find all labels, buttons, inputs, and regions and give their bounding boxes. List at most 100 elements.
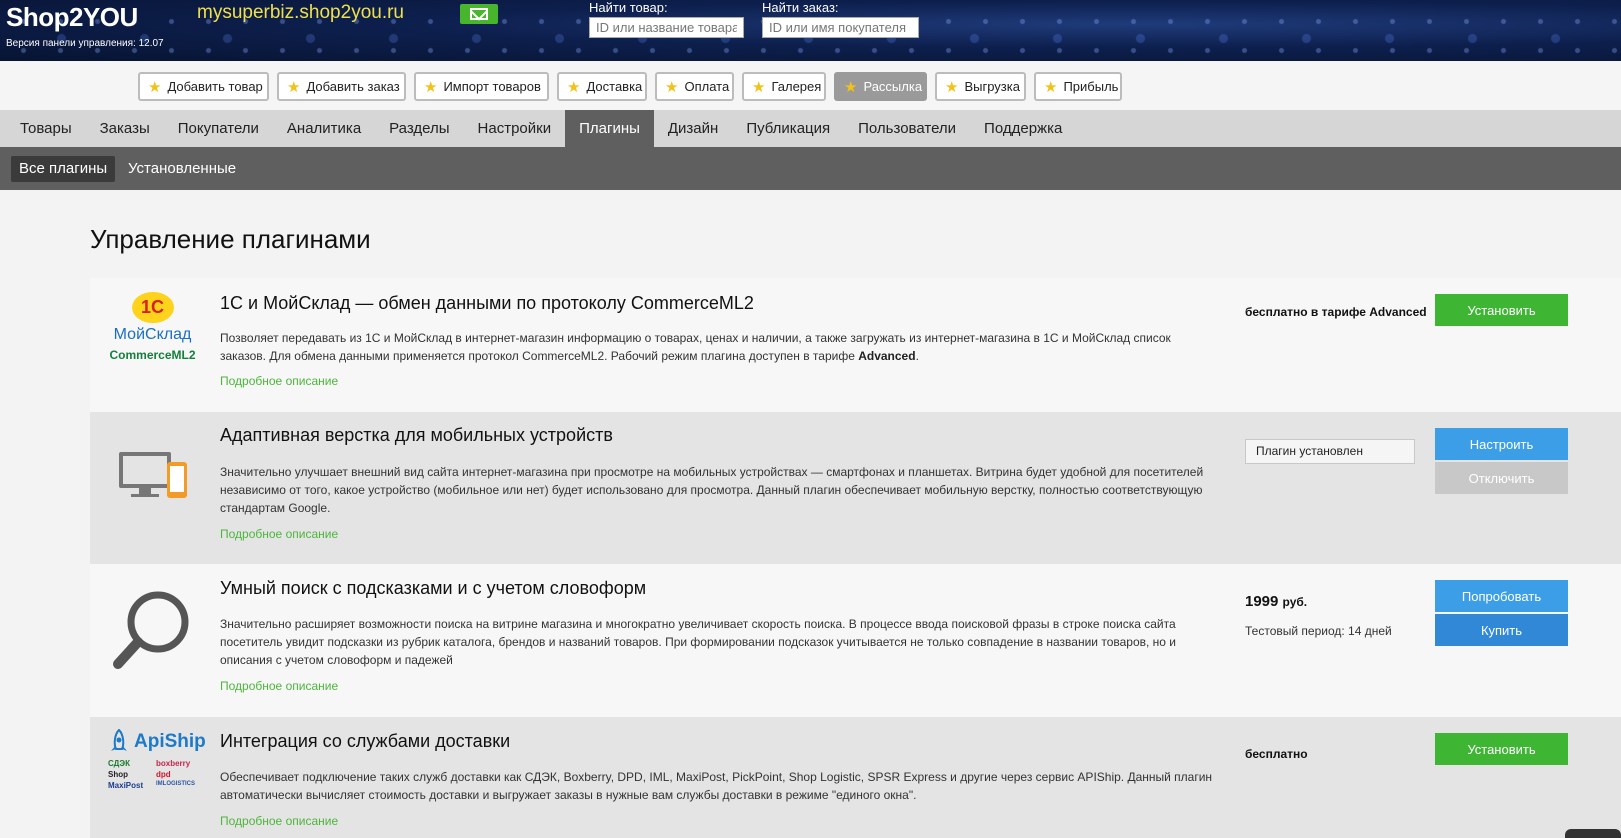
plugin-row: 1С МойСклад CommerceML2 1С и МойСклад — …: [90, 278, 1621, 412]
plugin-installed-status: Плагин установлен: [1245, 439, 1415, 464]
panel-version: Версия панели управления: 12.07: [6, 38, 164, 49]
quick-button-label: Рассылка: [863, 79, 923, 94]
quick-export-button[interactable]: ★ Выгрузка: [935, 72, 1026, 101]
logo-commerceml-text: CommerceML2: [109, 348, 196, 362]
quick-payment-button[interactable]: ★ Оплата: [655, 72, 734, 101]
tab-plugins[interactable]: Плагины: [565, 110, 654, 147]
tab-design[interactable]: Дизайн: [654, 110, 732, 147]
quick-actions-bar: ★ Добавить товар ★ Добавить заказ ★ Импорт …: [0, 61, 1621, 110]
plugin-title: 1С и МойСклад — обмен данными по протоко…: [220, 293, 754, 313]
plugin-title: Адаптивная верстка для мобильных устройс…: [220, 425, 613, 445]
partner-logo: dpd: [156, 770, 171, 779]
plugin-description: Значительно улучшает внешний вид сайта и…: [220, 465, 1204, 515]
star-icon: ★: [844, 78, 858, 96]
search-product-label: Найти товар:: [589, 0, 668, 15]
logo-moysklad-text: МойСклад: [113, 326, 192, 343]
quick-button-label: Импорт товаров: [443, 79, 541, 94]
tab-orders[interactable]: Заказы: [86, 110, 164, 147]
subtab-installed[interactable]: Установленные: [120, 156, 244, 182]
apiship-brand-text: ApiShip: [134, 731, 206, 752]
search-product-input[interactable]: [589, 17, 744, 38]
partner-logo: boxberry: [156, 759, 191, 768]
quick-button-label: Галерея: [771, 79, 822, 94]
install-button[interactable]: Установить: [1435, 733, 1568, 765]
install-button[interactable]: Установить: [1435, 294, 1568, 326]
star-icon: ★: [752, 78, 766, 96]
plugin-description-end: .: [915, 349, 919, 363]
tab-support[interactable]: Поддержка: [970, 110, 1076, 147]
tab-users[interactable]: Пользователи: [844, 110, 970, 147]
partner-logo: Shop: [108, 770, 128, 779]
logo[interactable]: Shop2YOU: [6, 2, 138, 33]
quick-delivery-button[interactable]: ★ Доставка: [557, 72, 647, 101]
details-link[interactable]: Подробное описание: [220, 374, 338, 388]
quick-button-label: Добавить заказ: [306, 79, 400, 94]
quick-profit-button[interactable]: ★ Прибыль: [1034, 72, 1122, 101]
plugin-description-text: Позволяет передавать из 1С и МойСклад в …: [220, 331, 1171, 363]
trial-period: Тестовый период: 14 дней: [1245, 624, 1392, 638]
details-link[interactable]: Подробное описание: [220, 679, 338, 693]
devices-icon: [90, 446, 215, 506]
page-title: Управление плагинами: [90, 224, 371, 254]
main-navigation: Товары Заказы Покупатели Аналитика Разде…: [0, 110, 1621, 147]
details-link[interactable]: Подробное описание: [220, 527, 338, 541]
price-value: 1999: [1245, 593, 1279, 610]
plugin-row: ApiShip СДЭК boxberry Shop dpd MaxiPost …: [90, 717, 1621, 838]
apiship-brand: ApiShip: [108, 729, 206, 755]
disable-button[interactable]: Отключить: [1435, 462, 1568, 494]
tab-sections[interactable]: Разделы: [375, 110, 463, 147]
buy-button[interactable]: Купить: [1435, 614, 1568, 646]
delivery-partners: СДЭК boxberry Shop dpd MaxiPost IMLOGIST…: [108, 759, 200, 790]
subtab-all-plugins[interactable]: Все плагины: [11, 156, 116, 182]
plugin-price-status: бесплатно в тарифе Advanced: [1245, 305, 1427, 319]
moysklad-logo: 1С МойСклад CommerceML2: [90, 292, 215, 362]
plugin-price: 1999 руб.: [1245, 593, 1307, 610]
envelope-icon: [470, 8, 488, 20]
search-order-input[interactable]: [762, 17, 919, 38]
plugin-row: Умный поиск с подсказками и с учетом сло…: [90, 564, 1621, 717]
shop-domain[interactable]: mysuperbiz.shop2you.ru: [197, 2, 404, 24]
magnifier-icon: [90, 584, 215, 674]
quick-button-label: Доставка: [586, 79, 643, 94]
tab-analytics[interactable]: Аналитика: [273, 110, 375, 147]
quick-gallery-button[interactable]: ★ Галерея: [742, 72, 826, 101]
details-link[interactable]: Подробное описание: [220, 814, 338, 828]
tab-products[interactable]: Товары: [0, 110, 86, 147]
chat-widget-tab[interactable]: [1565, 829, 1621, 838]
plugin-description-tariff: Advanced: [858, 349, 916, 363]
plugin-title: Умный поиск с подсказками и с учетом сло…: [220, 578, 647, 598]
top-header: Shop2YOU Версия панели управления: 12.07…: [0, 0, 1621, 61]
star-icon: ★: [424, 78, 438, 96]
star-icon: ★: [1044, 78, 1058, 96]
partner-logo: IMLOGISTICS: [156, 781, 195, 787]
rocket-icon: [111, 729, 127, 751]
star-icon: ★: [567, 78, 581, 96]
quick-import-button[interactable]: ★ Импорт товаров: [414, 72, 549, 101]
quick-button-label: Добавить товар: [167, 79, 263, 94]
plugin-description: Обеспечивает подключение таких служб дос…: [220, 770, 1213, 802]
star-icon: ★: [945, 78, 959, 96]
tab-publication[interactable]: Публикация: [732, 110, 844, 147]
apiship-logo: ApiShip СДЭК boxberry Shop dpd MaxiPost …: [90, 729, 215, 829]
price-currency: руб.: [1282, 595, 1308, 609]
plugin-row: Адаптивная верстка для мобильных устройс…: [90, 412, 1621, 564]
messages-button[interactable]: [460, 4, 498, 24]
plugin-description: Значительно расширяет возможности поиска…: [220, 617, 1177, 667]
logo-1c-mark: 1С: [131, 292, 174, 323]
tab-customers[interactable]: Покупатели: [164, 110, 273, 147]
quick-add-order-button[interactable]: ★ Добавить заказ: [277, 72, 406, 101]
try-button[interactable]: Попробовать: [1435, 580, 1568, 612]
partner-logo: СДЭК: [108, 759, 130, 768]
tab-settings[interactable]: Настройки: [464, 110, 566, 147]
plugin-description: Позволяет передавать из 1С и МойСклад в …: [220, 329, 1220, 365]
quick-button-label: Выгрузка: [964, 79, 1020, 94]
sub-navigation: Все плагины Установленные: [0, 147, 1621, 190]
quick-add-product-button[interactable]: ★ Добавить товар: [138, 72, 269, 101]
star-icon: ★: [287, 78, 301, 96]
configure-button[interactable]: Настроить: [1435, 428, 1568, 460]
star-icon: ★: [665, 78, 679, 96]
quick-mailing-button[interactable]: ★ Рассылка: [834, 72, 927, 101]
plugin-price-status: бесплатно: [1245, 747, 1308, 761]
quick-button-label: Прибыль: [1063, 79, 1119, 94]
star-icon: ★: [148, 78, 162, 96]
